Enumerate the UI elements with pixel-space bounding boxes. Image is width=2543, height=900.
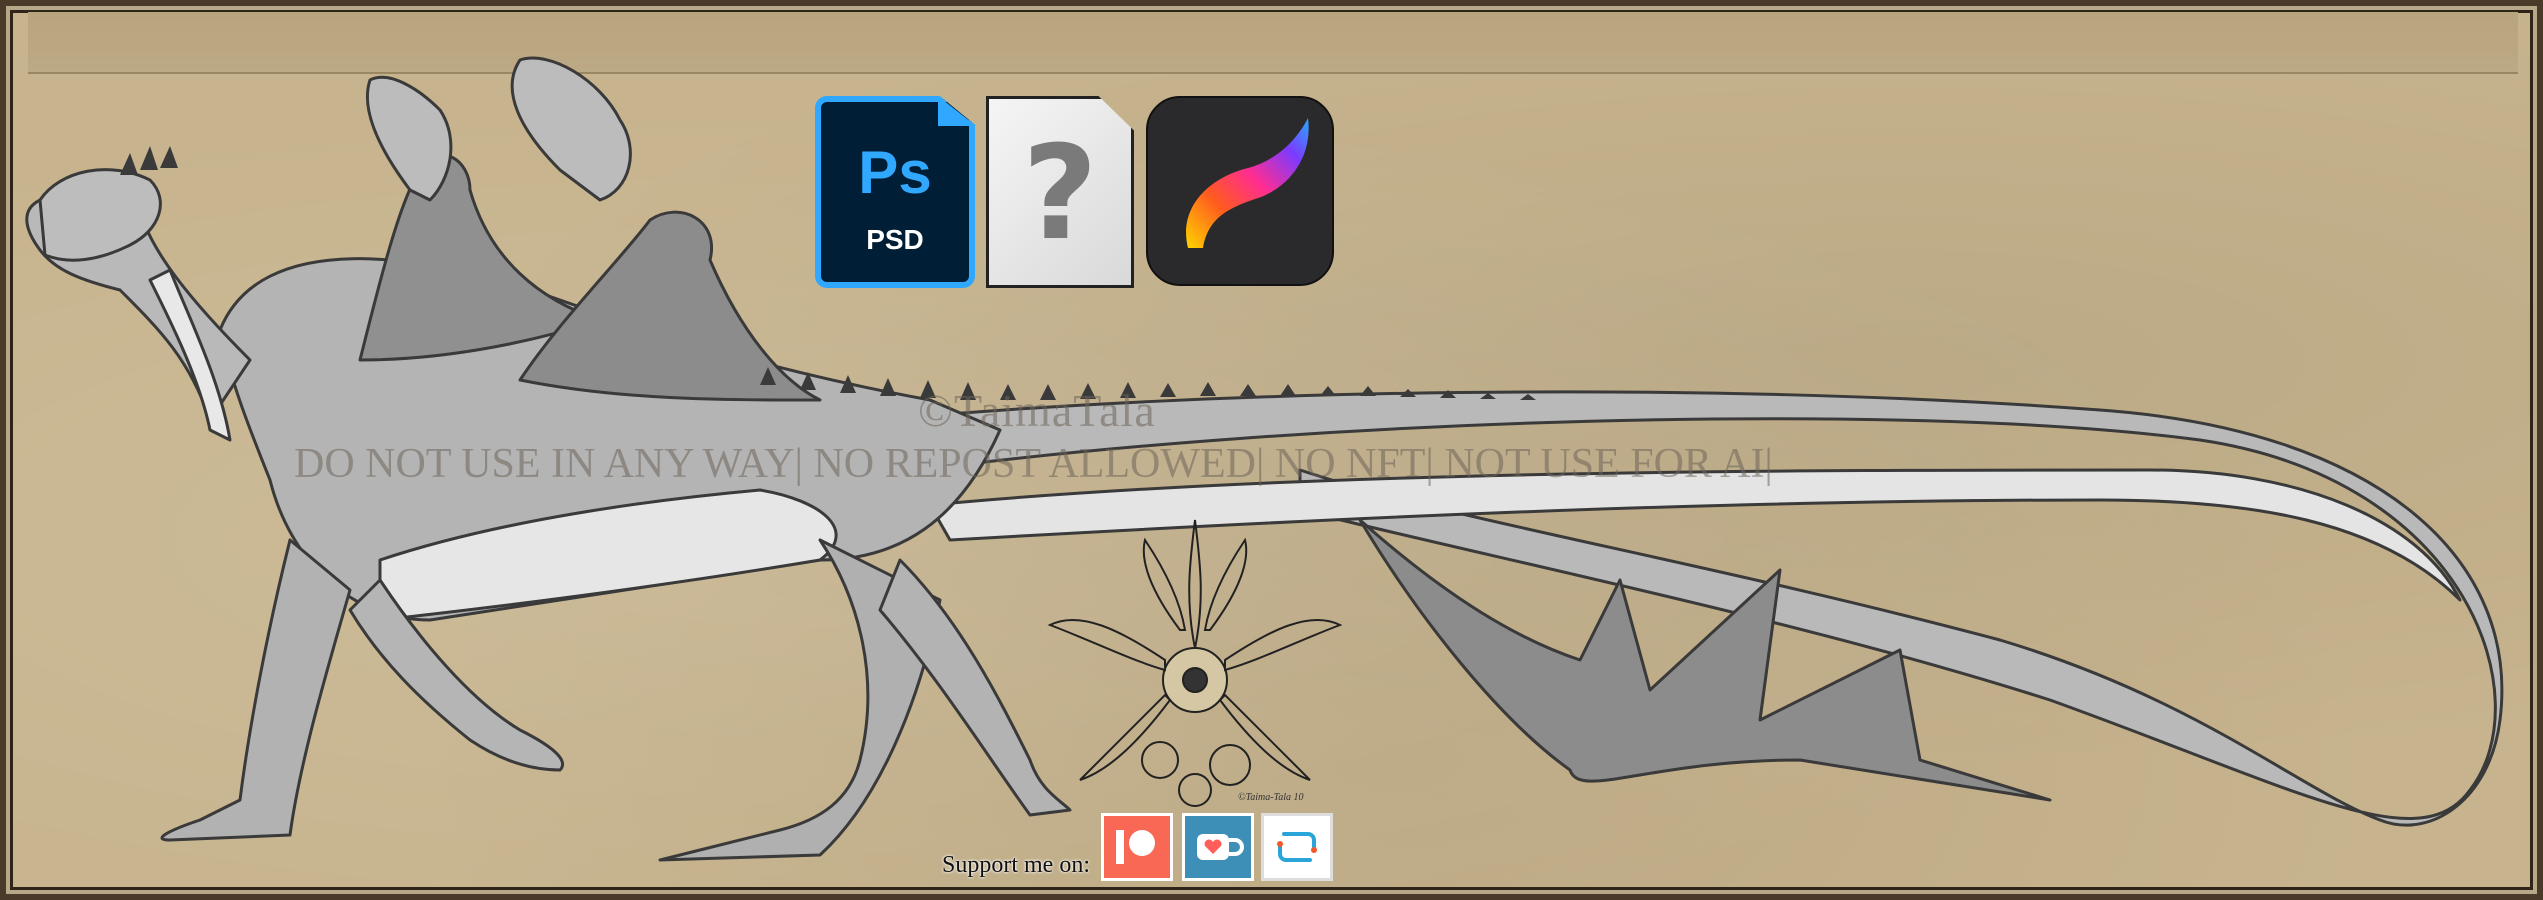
linktree-icon: [1277, 832, 1317, 862]
watermark-copyright: ©TaimaTala: [918, 385, 1156, 436]
photoshop-logo-text: Ps: [858, 139, 932, 206]
front-leg: [160, 538, 352, 842]
support-label: Support me on:: [942, 852, 1090, 878]
procreate-icon: [1146, 96, 1334, 286]
emblem-signature: ©Taima-Tala 10: [1238, 792, 1304, 803]
watermark-usage-notice: DO NOT USE IN ANY WAY| NO REPOST ALLOWED…: [294, 441, 1773, 487]
upper-claw-left: [365, 75, 453, 202]
patreon-icon: [1116, 830, 1155, 864]
clip-studio-file-icon: ?: [986, 96, 1134, 288]
upper-claw-right: [510, 56, 632, 202]
psd-file-type-label: PSD: [866, 224, 924, 255]
procreate-brush-stroke: [1186, 118, 1309, 248]
patreon-button[interactable]: [1101, 813, 1173, 881]
floral-emblem: [1047, 519, 1343, 807]
clip-studio-glyph: ?: [1022, 117, 1098, 269]
kofi-icon: [1197, 834, 1244, 860]
linktree-button[interactable]: [1261, 813, 1333, 881]
kofi-button[interactable]: [1182, 813, 1254, 881]
